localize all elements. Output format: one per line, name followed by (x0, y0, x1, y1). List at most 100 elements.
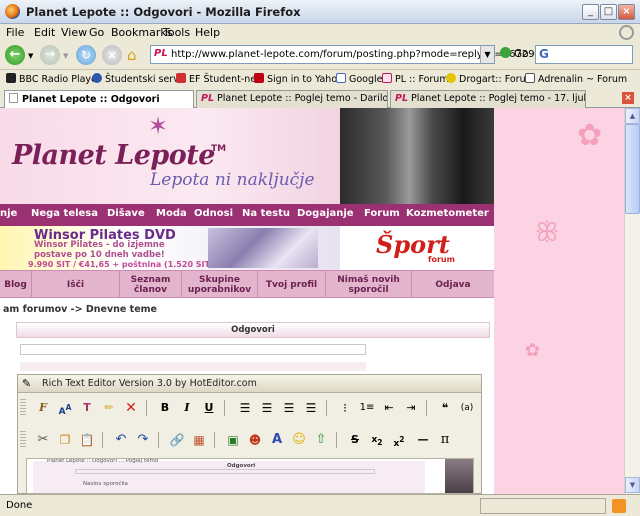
highlight-icon[interactable]: ✏ (100, 399, 118, 417)
bullet-list-icon[interactable]: ⁝ (336, 399, 354, 417)
nav-item[interactable]: Kozmetometer (406, 208, 489, 219)
tab-poglej-temo-ljubljanski[interactable]: PL Planet Lepote :: Poglej temo - 17. lju… (390, 90, 586, 108)
tab-poglej-temo-darilo[interactable]: PLPlanet Lepote :: Poglej temo - Darilo-… (196, 90, 388, 108)
sport-forum-banner[interactable]: Šport forum (340, 226, 494, 270)
cut-icon[interactable]: ✂ (34, 431, 52, 449)
special-char-icon[interactable]: π (436, 431, 454, 449)
nav-item[interactable]: Moda (156, 208, 187, 219)
minimize-button[interactable]: _ (582, 4, 599, 20)
superscript-icon[interactable]: x2 (390, 431, 408, 449)
url-dropdown-icon[interactable]: ▼ (480, 46, 494, 63)
menu-go[interactable]: Go (89, 26, 104, 39)
vertical-scrollbar[interactable]: ▲ ▼ (624, 108, 640, 494)
align-right-icon[interactable]: ☰ (280, 399, 298, 417)
align-left-icon[interactable]: ☰ (236, 399, 254, 417)
editor-title-bar: ✎ Rich Text Editor Version 3.0 by HotEdi… (18, 375, 481, 393)
undo-icon[interactable]: ↶ (112, 431, 130, 449)
subnav-members[interactable]: Seznam članov (120, 271, 182, 299)
back-dropdown-icon[interactable]: ▼ (28, 52, 33, 60)
link-icon[interactable]: 🔗 (168, 431, 186, 449)
bookmark-item[interactable]: Študentski servis (92, 73, 186, 85)
forward-dropdown-icon[interactable]: ▼ (63, 52, 68, 60)
redo-icon[interactable]: ↷ (134, 431, 152, 449)
go-button[interactable]: Go (500, 47, 529, 60)
stop-icon[interactable]: × (102, 45, 122, 65)
maximize-button[interactable]: □ (600, 4, 617, 20)
menu-edit[interactable]: Edit (34, 26, 55, 39)
tab-odgovori[interactable]: Planet Lepote :: Odgovori (4, 90, 194, 109)
font-face-icon[interactable]: F (34, 399, 52, 417)
nav-item[interactable]: Odnosi (194, 208, 233, 219)
editor-content-area[interactable]: Odgovori Planet Lepote :: Odgovori ... P… (26, 458, 474, 494)
menu-view[interactable]: View (61, 26, 87, 39)
paste-icon[interactable]: 📋 (78, 431, 96, 449)
back-arrow-icon[interactable]: ← (5, 45, 25, 65)
strikethrough-icon[interactable]: S (346, 431, 364, 449)
flash-icon[interactable]: ☻ (246, 431, 264, 449)
nav-item[interactable]: Na testu (242, 208, 290, 219)
outdent-icon[interactable]: ⇤ (380, 399, 398, 417)
scroll-up-icon[interactable]: ▲ (625, 108, 640, 124)
nav-item[interactable]: Dišave (107, 208, 145, 219)
indent-icon[interactable]: ⇥ (402, 399, 420, 417)
italic-icon[interactable]: I (178, 399, 196, 417)
remove-format-icon[interactable]: ✕ (122, 399, 140, 417)
symbol-icon[interactable]: A (268, 431, 286, 449)
drogart-icon (446, 73, 456, 83)
subnav-profile[interactable]: Tvoj profil (258, 271, 326, 299)
upload-icon[interactable]: ⇧ (312, 431, 330, 449)
breadcrumb-text[interactable]: am forumov -> Dnevne teme (3, 304, 157, 315)
code-icon[interactable]: (a) (458, 399, 476, 417)
subscript-icon[interactable]: x2 (368, 431, 386, 449)
url-bar[interactable]: PL http://www.planet-lepote.com/forum/po… (150, 45, 535, 64)
reload-icon[interactable]: ↻ (76, 45, 96, 65)
bookmark-item[interactable]: Drogart:: Forum (446, 73, 535, 85)
bookmark-item[interactable]: PL :: Forum (382, 73, 449, 85)
pl-icon (382, 73, 392, 83)
close-button[interactable]: × (618, 4, 635, 20)
menu-help[interactable]: Help (195, 26, 220, 39)
bold-icon[interactable]: B (156, 399, 174, 417)
forward-arrow-icon[interactable]: → (40, 45, 60, 65)
close-tab-icon[interactable]: × (622, 92, 634, 104)
subnav-messages[interactable]: Nimaš novih sporočil (326, 271, 412, 299)
horizontal-rule-icon[interactable]: — (414, 431, 432, 449)
rss-feed-icon[interactable] (612, 499, 626, 513)
image-icon[interactable]: ▣ (224, 431, 242, 449)
scroll-down-icon[interactable]: ▼ (625, 477, 640, 493)
smiley-icon[interactable]: ☺ (290, 431, 308, 449)
subject-input[interactable] (20, 344, 366, 355)
home-icon[interactable]: ⌂ (127, 46, 145, 64)
subnav-search[interactable]: Išči (32, 271, 120, 299)
nav-item[interactable]: nje (0, 208, 17, 219)
site-slogan: Lepota ni naključje (150, 170, 315, 190)
table-icon[interactable]: ▦ (190, 431, 208, 449)
winsor-pilates-banner[interactable]: Winsor Pilates DVD Winsor Pilates - do i… (0, 226, 340, 270)
justify-icon[interactable]: ☰ (302, 399, 320, 417)
bookmark-item[interactable]: EF Študent-net (176, 73, 260, 85)
pl-icon: PL (201, 93, 215, 104)
align-center-icon[interactable]: ☰ (258, 399, 276, 417)
font-size-icon[interactable]: AA (56, 399, 74, 417)
underline-icon[interactable]: U (200, 399, 218, 417)
adrenalin-icon (525, 73, 535, 83)
subnav-groups[interactable]: Skupine uporabnikov (182, 271, 258, 299)
menu-tools[interactable]: Tools (163, 26, 190, 39)
subnav-blog[interactable]: Blog (0, 271, 32, 299)
bookmark-item[interactable]: Google (336, 73, 383, 85)
scroll-thumb[interactable] (625, 124, 640, 214)
bookmark-item[interactable]: Adrenalin ~ Forum (525, 73, 627, 85)
nav-item[interactable]: Forum (364, 208, 400, 219)
copy-icon[interactable]: ❐ (56, 431, 74, 449)
bookmark-item[interactable]: Sign in to Yahoo! (254, 73, 347, 85)
font-color-icon[interactable]: T (78, 399, 96, 417)
search-input[interactable]: G (535, 45, 633, 64)
quote-icon[interactable]: ❝ (436, 399, 454, 417)
bookmark-item[interactable]: BBC Radio Player (6, 73, 101, 85)
menu-file[interactable]: File (6, 26, 24, 39)
nav-item[interactable]: Dogajanje (297, 208, 354, 219)
nav-item[interactable]: Nega telesa (31, 208, 98, 219)
site-logo[interactable]: Planet Lepote (12, 140, 215, 171)
subnav-logout[interactable]: Odjava (412, 271, 494, 299)
numbered-list-icon[interactable]: 1≡ (358, 399, 376, 417)
